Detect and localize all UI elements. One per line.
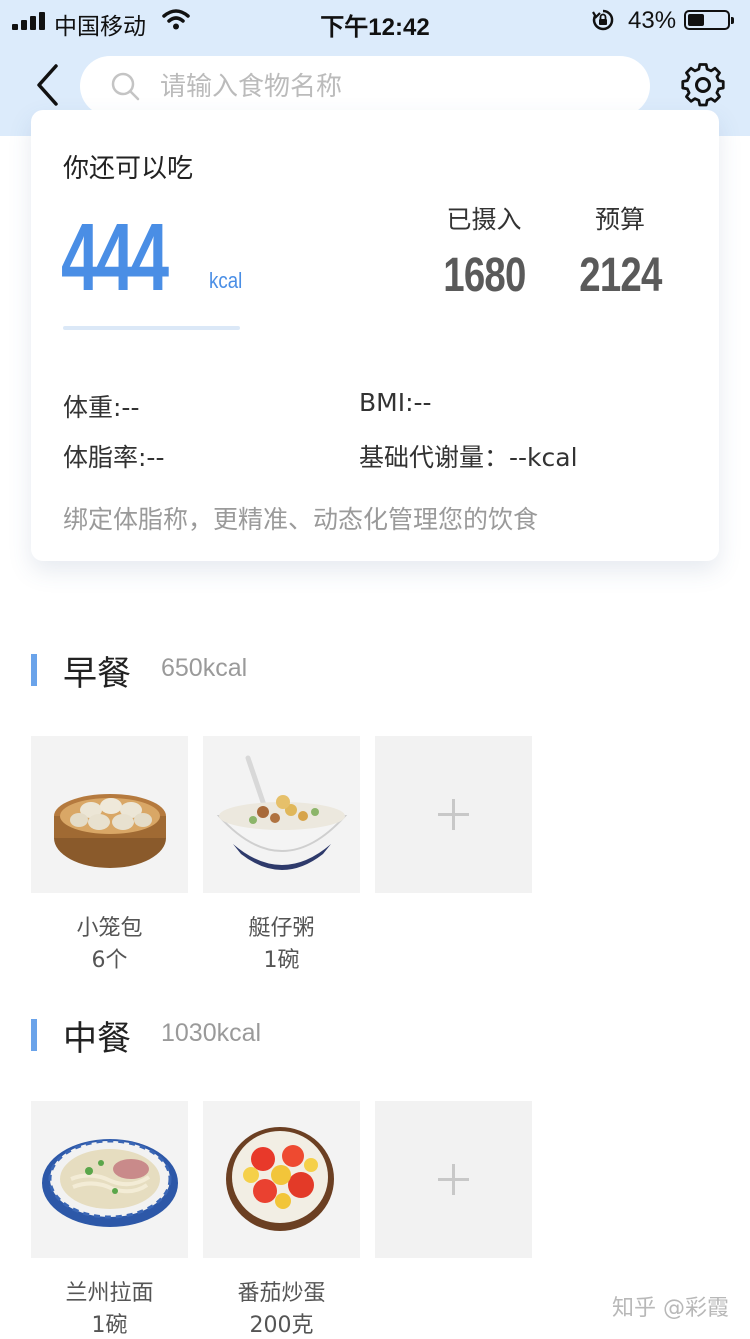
back-button[interactable]: [30, 60, 70, 110]
steamed-buns-image: [54, 794, 166, 868]
search-bar[interactable]: [80, 56, 650, 118]
food-name: 兰州拉面: [65, 1281, 154, 1306]
remaining-calories: 444 kcal: [61, 204, 242, 311]
congee-bowl-image: [216, 755, 348, 870]
bind-scale-link[interactable]: 绑定体脂称，更精准、动态化管理您的饮食: [63, 500, 538, 536]
remaining-calories-value: 444: [61, 204, 169, 311]
lunch-kcal: 1030kcal: [161, 1019, 262, 1047]
intake-stat: 已摄入 1680: [429, 200, 539, 302]
noodle-bowl-image: [42, 1139, 178, 1227]
breakfast-title: 早餐: [63, 654, 131, 694]
lunch-section-header: 中餐 1030kcal: [31, 1015, 531, 1059]
search-icon: [111, 72, 140, 101]
food-quantity: 200克: [249, 1313, 314, 1338]
lunch-title: 中餐: [63, 1019, 131, 1059]
intake-value: 1680: [442, 249, 526, 302]
remaining-underline: [63, 326, 240, 330]
budget-stat: 预算 2124: [565, 200, 675, 302]
budget-value: 2124: [578, 249, 662, 302]
rotation-lock-icon: [592, 9, 614, 31]
status-bar: 中国移动 下午12:42 43%: [0, 0, 750, 41]
bmr-metric: 基础代谢量：--kcal: [359, 443, 578, 472]
calorie-summary-card: 你还可以吃 444 kcal 已摄入 1680 预算 2124 体重:-- BM…: [31, 110, 719, 561]
food-quantity: 1碗: [91, 1313, 128, 1338]
food-quantity: 6个: [91, 948, 128, 973]
watermark: 知乎 @彩霞: [612, 1296, 729, 1321]
battery-icon: [684, 10, 734, 30]
search-input[interactable]: [158, 56, 632, 118]
tomato-egg-image: [226, 1127, 334, 1231]
breakfast-kcal: 650kcal: [161, 654, 248, 682]
food-name: 小笼包: [76, 916, 143, 941]
breakfast-section-header: 早餐 650kcal: [31, 650, 531, 694]
weight-metric: 体重:--: [63, 393, 140, 422]
add-lunch-food-button[interactable]: [375, 1101, 532, 1258]
gear-icon[interactable]: [680, 62, 726, 108]
food-quantity: 1碗: [263, 948, 300, 973]
intake-label: 已摄入: [446, 205, 522, 234]
food-item-tomato-egg[interactable]: [203, 1101, 360, 1258]
body-fat-metric: 体脂率:--: [63, 443, 165, 472]
food-item-congee[interactable]: [203, 736, 360, 893]
section-accent-bar: [31, 654, 37, 686]
add-breakfast-food-button[interactable]: [375, 736, 532, 893]
section-accent-bar: [31, 1019, 37, 1051]
remaining-calories-unit: kcal: [209, 268, 243, 293]
food-item-lanzhou-noodles[interactable]: [31, 1101, 188, 1258]
bmi-metric: BMI:--: [359, 388, 432, 417]
food-name: 艇仔粥: [248, 916, 315, 941]
food-name: 番茄炒蛋: [237, 1281, 326, 1306]
battery-percent: 43%: [628, 7, 677, 34]
can-eat-label: 你还可以吃: [63, 154, 194, 184]
budget-label: 预算: [594, 205, 645, 234]
food-item-xiaolongbao[interactable]: [31, 736, 188, 893]
